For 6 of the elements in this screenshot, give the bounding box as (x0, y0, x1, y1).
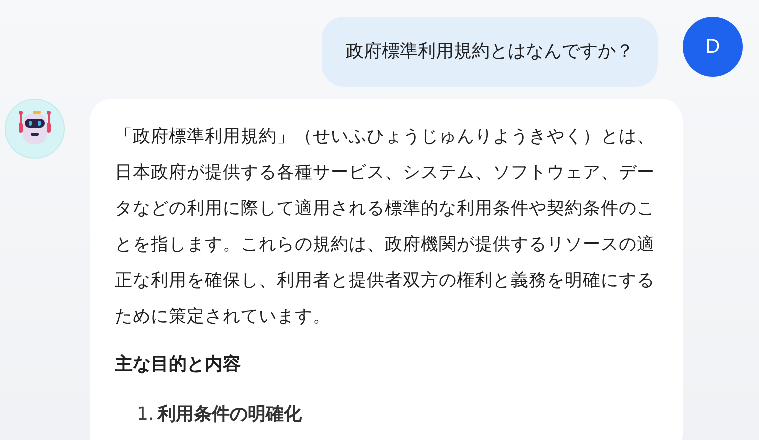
list-number: 1. (137, 403, 154, 427)
user-message-bubble: 政府標準利用規約とはなんですか？ (322, 17, 658, 87)
user-avatar: D (683, 17, 743, 77)
answer-paragraph: 「政府標準利用規約」（せいふひょうじゅんりようきやく）とは、日本政府が提供する各種サービス、システム、ソフトウェア、データなどの利用に際して適用される標準的な利用条件や契約条件のことを指します。これらの規約は、政府機関が提供するリソースの適正な利用を確保し、利用者と提供者双方の権利と義務を明確にするために策定されています。 (115, 126, 656, 329)
section-heading: 主な目的と内容 (115, 353, 242, 377)
list-item-title: 利用条件の明確化 (158, 403, 302, 427)
